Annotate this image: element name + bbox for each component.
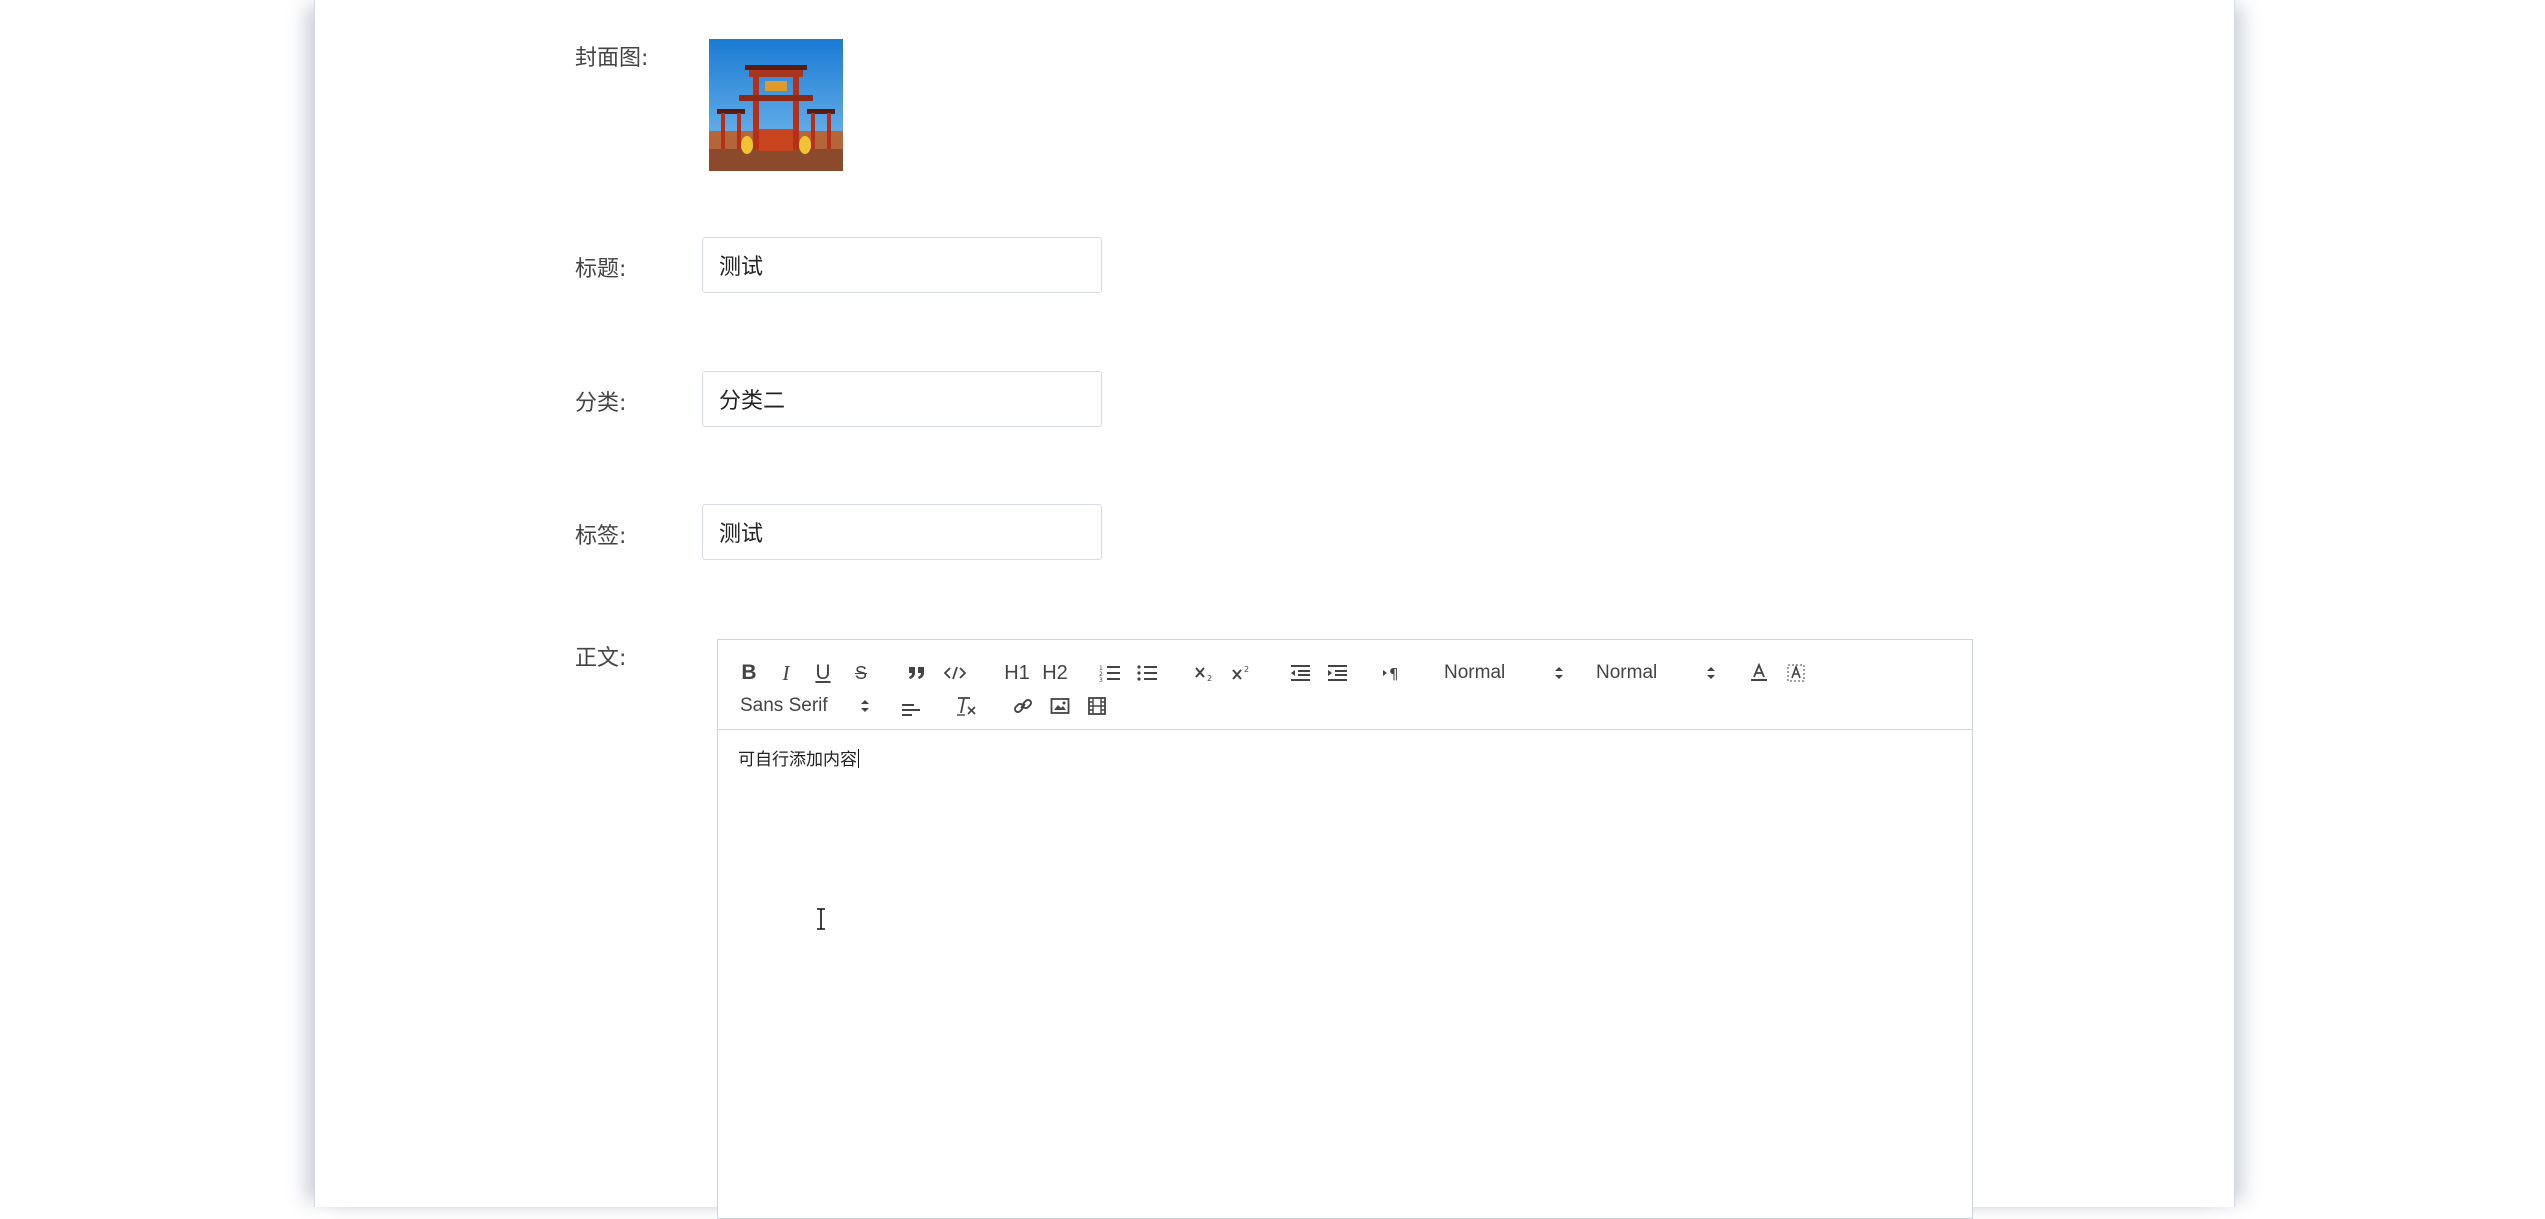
underline-button[interactable]: U <box>810 658 836 688</box>
blockquote-icon <box>909 667 924 679</box>
font-picker[interactable]: Sans Serif <box>740 691 870 721</box>
h1-icon: H1 <box>1004 661 1030 684</box>
superscript-button[interactable]: 2 <box>1229 658 1255 688</box>
indent-icon <box>1328 665 1347 681</box>
svg-text:3: 3 <box>1099 677 1103 682</box>
align-button[interactable] <box>898 693 924 723</box>
rtl-button[interactable]: ¶ <box>1379 658 1407 688</box>
category-label: 分类: <box>575 391 627 416</box>
align-icon <box>902 704 920 716</box>
tags-label: 标签: <box>575 524 627 549</box>
bold-icon: B <box>741 661 757 684</box>
editor-content[interactable]: 可自行添加内容 <box>738 745 859 770</box>
tags-input[interactable] <box>702 504 1102 560</box>
blockquote-button[interactable] <box>904 658 930 688</box>
chevron-updown-icon <box>1555 667 1563 679</box>
italic-button[interactable]: I <box>773 658 799 688</box>
editor-toolbar: B I U S H1 H2 123 2 2 ¶ Normal Normal Sa… <box>718 640 1972 730</box>
header-picker-label: Normal <box>1444 662 1506 683</box>
bullet-list-icon <box>1137 665 1157 681</box>
outdent-button[interactable] <box>1287 658 1313 688</box>
svg-text:¶: ¶ <box>1389 665 1399 682</box>
ordered-list-icon: 123 <box>1099 665 1120 682</box>
editor-text: 可自行添加内容 <box>738 750 857 770</box>
h1-button[interactable]: H1 <box>1002 658 1032 688</box>
superscript-icon: 2 <box>1232 665 1249 680</box>
underline-icon: U <box>815 661 831 684</box>
image-icon <box>1050 698 1070 714</box>
video-icon <box>1088 697 1106 715</box>
font-picker-label: Sans Serif <box>740 695 828 716</box>
text-caret <box>858 749 859 768</box>
background-color-button[interactable] <box>1783 658 1809 688</box>
svg-text:2: 2 <box>1207 674 1212 682</box>
code-block-icon <box>944 666 966 680</box>
ordered-list-button[interactable]: 123 <box>1097 658 1123 688</box>
header-picker[interactable]: Normal <box>1444 658 1564 688</box>
title-input[interactable] <box>702 237 1102 293</box>
link-button[interactable] <box>1010 691 1036 721</box>
page-edge-right <box>2234 0 2235 1207</box>
subscript-button[interactable]: 2 <box>1192 658 1218 688</box>
h2-button[interactable]: H2 <box>1040 658 1070 688</box>
rich-text-editor: B I U S H1 H2 123 2 2 ¶ Normal Normal Sa… <box>717 639 1973 1219</box>
italic-icon: I <box>782 660 790 685</box>
ibeam-cursor-icon <box>817 908 825 930</box>
outdent-icon <box>1291 665 1310 681</box>
subscript-icon: 2 <box>1195 667 1212 682</box>
cover-image[interactable] <box>709 39 843 171</box>
clean-format-button[interactable] <box>952 691 980 721</box>
cover-label: 封面图: <box>575 46 649 71</box>
strike-button[interactable]: S <box>848 658 874 688</box>
title-label: 标题: <box>575 257 627 282</box>
body-label: 正文: <box>575 646 627 671</box>
code-block-button[interactable] <box>942 658 968 688</box>
link-icon <box>1014 699 1032 713</box>
strike-icon: S <box>854 662 867 683</box>
bullet-list-button[interactable] <box>1134 658 1160 688</box>
chevron-updown-icon <box>1707 667 1715 679</box>
chevron-updown-icon <box>861 700 869 712</box>
svg-text:2: 2 <box>1244 665 1249 674</box>
indent-button[interactable] <box>1324 658 1350 688</box>
bold-button[interactable]: B <box>736 658 762 688</box>
text-color-button[interactable] <box>1746 658 1772 688</box>
page-edge-left <box>314 0 315 1207</box>
cover-picture <box>709 39 843 171</box>
h2-icon: H2 <box>1042 661 1068 684</box>
background-color-icon <box>1787 664 1805 682</box>
video-button[interactable] <box>1084 691 1110 721</box>
text-color-icon <box>1751 663 1767 681</box>
category-input[interactable] <box>702 371 1102 427</box>
clean-format-icon <box>957 697 976 716</box>
size-picker[interactable]: Normal <box>1596 658 1716 688</box>
image-button[interactable] <box>1047 691 1073 721</box>
size-picker-label: Normal <box>1596 662 1658 683</box>
rtl-icon: ¶ <box>1383 665 1399 682</box>
